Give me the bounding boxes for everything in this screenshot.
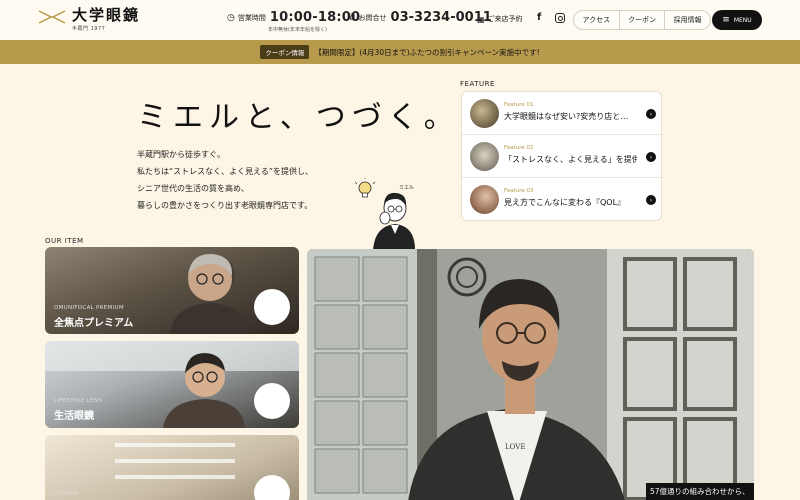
header-nav: アクセス クーポン 採用情報 (573, 10, 711, 30)
hero-intro: 半蔵門駅から徒歩すぐ。 私たちは“ストレスなく、よく見える”を提供し、 シニア世… (137, 146, 313, 214)
facebook-icon[interactable]: f (537, 12, 541, 23)
site-logo[interactable]: 大学眼鏡 半蔵門 1977 (38, 6, 140, 32)
calendar-icon: ▦ (477, 14, 485, 24)
nav-recruit[interactable]: 採用情報 (665, 11, 710, 29)
logo-mark-icon (38, 10, 66, 24)
svg-text:LOVE: LOVE (505, 443, 525, 451)
hamburger-icon: ≡ (722, 15, 730, 25)
phone-label: お問合せ (358, 13, 387, 22)
main-photo: LOVE (307, 249, 754, 500)
feature-thumbnail (470, 142, 499, 171)
logo-subtitle: 半蔵門 1977 (72, 26, 106, 32)
arrow-right-icon[interactable]: › (646, 195, 656, 205)
nav-access[interactable]: アクセス (574, 11, 620, 29)
feature-item[interactable]: Feature 03 見え方でこんなに変わる『QOL』 › (462, 178, 663, 221)
feature-item[interactable]: Feature 01 大学眼鏡はなぜ安い?安売り店と… › (462, 92, 663, 135)
feature-title: 「ストレスなく、よく見える」を提供す… (504, 155, 637, 164)
thinking-man-illustration: ミエル (355, 178, 415, 250)
instagram-icon[interactable] (555, 13, 565, 23)
card-title: 全焦点プレミアム (54, 318, 134, 329)
card-badge-icon (254, 383, 290, 419)
arrow-right-icon[interactable]: › (646, 152, 656, 162)
nav-coupon[interactable]: クーポン (620, 11, 666, 29)
campaign-banner[interactable]: クーポン情報 【期間限定】(4月30日まで)ふたつの割引キャンペーン実施中です! (0, 40, 800, 64)
intro-line: 半蔵門駅から徒歩すぐ。 (137, 150, 225, 159)
visit-label: ご来店予約 (487, 15, 523, 23)
feature-number: Feature 02 (504, 145, 534, 151)
business-hours: ◷ 営業時間 10:00-18:00 (227, 10, 360, 25)
menu-label: MENU (733, 16, 752, 24)
phone-icon: ✆ (348, 12, 356, 23)
menu-button[interactable]: ≡ MENU (712, 10, 762, 30)
phone-contact[interactable]: ✆ お問合せ 03-3234-0011 (348, 10, 492, 25)
feature-heading: FEATURE (460, 80, 495, 88)
card-badge-icon (254, 289, 290, 325)
site-header: 大学眼鏡 半蔵門 1977 ◷ 営業時間 10:00-18:00 年中無休(年末… (0, 0, 800, 40)
hours-label: 営業時間 (237, 13, 266, 22)
banner-message: 【期間限定】(4月30日まで)ふたつの割引キャンペーン実施中です! (314, 47, 540, 57)
item-card-lifestyle[interactable]: LIFESTYLE LENS 生活眼鏡 (45, 341, 299, 428)
clock-icon: ◷ (227, 12, 235, 23)
our-item-heading: OUR ITEM (45, 237, 84, 245)
coupon-tag: クーポン情報 (260, 45, 310, 59)
feature-thumbnail (470, 185, 499, 214)
feature-number: Feature 01 (504, 102, 534, 108)
arrow-right-icon[interactable]: › (646, 109, 656, 119)
visit-reservation-link[interactable]: ▦ ご来店予約 (477, 14, 523, 24)
svg-text:ミエル: ミエル (399, 185, 414, 191)
card-subtitle: OMUNIFOCAL PREMIUM (54, 305, 124, 311)
intro-line: シニア世代の生活の質を高め、 (137, 184, 249, 193)
hours-note: 年中無休(年末年始を除く) (268, 27, 327, 33)
feature-list: Feature 01 大学眼鏡はなぜ安い?安売り店と… › Feature 02… (461, 91, 663, 221)
intro-line: 私たちは“ストレスなく、よく見える”を提供し、 (137, 167, 314, 176)
feature-item[interactable]: Feature 02 「ストレスなく、よく見える」を提供す… › (462, 135, 663, 178)
feature-thumbnail (470, 99, 499, 128)
hero-title: ミエルと、つづく。 (137, 100, 460, 135)
feature-title: 大学眼鏡はなぜ安い?安売り店と… (504, 112, 629, 121)
intro-line: 暮らしの豊かさをつくり出す老眼鏡専門店です。 (137, 201, 313, 210)
feature-number: Feature 03 (504, 188, 534, 194)
main-photo-caption: 57億通りの組み合わせから、 (646, 483, 754, 500)
main-photo-illustration: LOVE (307, 249, 754, 500)
item-card-others[interactable]: OTHERS (45, 435, 299, 500)
card-subtitle: OTHERS (54, 491, 79, 497)
hours-value: 10:00-18:00 (269, 10, 361, 25)
item-card-premium[interactable]: OMUNIFOCAL PREMIUM 全焦点プレミアム (45, 247, 299, 334)
card-title: 生活眼鏡 (54, 411, 94, 422)
card-subtitle: LIFESTYLE LENS (54, 398, 103, 404)
logo-name: 大学眼鏡 (72, 6, 141, 24)
feature-title: 見え方でこんなに変わる『QOL』 (504, 198, 626, 207)
